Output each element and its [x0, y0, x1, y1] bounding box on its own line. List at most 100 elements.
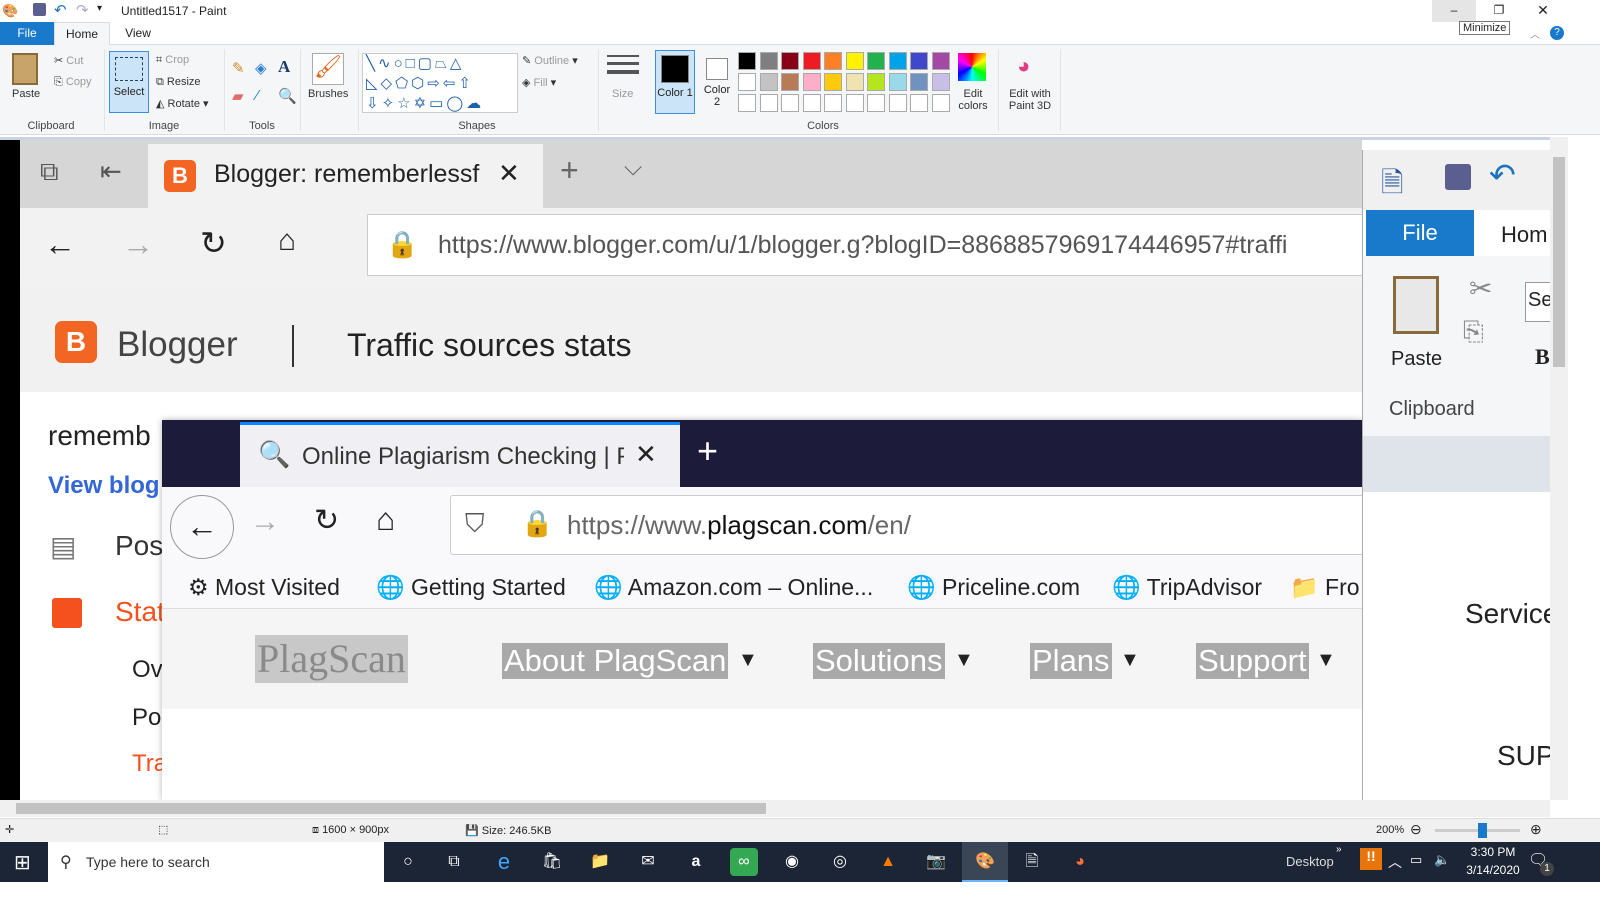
fill-bucket-icon[interactable]: ◈: [255, 59, 267, 77]
customize-qat-icon[interactable]: ▾: [97, 3, 102, 14]
back-icon[interactable]: ←: [44, 226, 76, 263]
word-tab-home[interactable]: Hom: [1501, 222, 1547, 248]
bold-icon[interactable]: B: [1535, 344, 1550, 370]
edge-tab-blogger[interactable]: B Blogger: rememberlessf ✕: [148, 144, 543, 208]
paste-icon[interactable]: [1393, 276, 1439, 334]
copy-button[interactable]: Copy: [66, 76, 92, 88]
outline-button[interactable]: Outline: [534, 55, 569, 67]
palette-swatch[interactable]: [824, 73, 842, 91]
palette-swatch[interactable]: [802, 94, 821, 112]
fill-button[interactable]: Fill: [534, 77, 548, 89]
home-icon[interactable]: ⌂: [376, 501, 395, 538]
size-button[interactable]: Size: [612, 88, 633, 100]
text-tool-icon[interactable]: A: [278, 57, 290, 77]
edit-colors-icon[interactable]: [958, 53, 986, 81]
palette-swatch[interactable]: [759, 94, 778, 112]
magnifier-icon[interactable]: 🔍: [278, 87, 297, 105]
select-button[interactable]: Select: [109, 51, 149, 113]
palette-swatch[interactable]: [931, 94, 950, 112]
minimize-button[interactable]: –: [1432, 0, 1476, 22]
zoom-in-button[interactable]: ⊕: [1530, 821, 1542, 838]
crop-button[interactable]: Crop: [165, 54, 189, 66]
palette-swatch[interactable]: [867, 94, 885, 112]
shield-icon[interactable]: ⛉: [465, 508, 485, 540]
shapes-gallery[interactable]: ╲∿○□▢⏢△ ◺◇⬠⬡⇨⇦⇧ ⇩✧☆✡▭◯☁: [362, 53, 518, 113]
zoom-slider-thumb[interactable]: [1478, 823, 1487, 838]
save-icon[interactable]: [33, 3, 46, 16]
bookmark-most-visited[interactable]: ⚙ Most Visited: [188, 567, 340, 607]
palette-swatch[interactable]: [802, 52, 821, 70]
palette-swatch[interactable]: [824, 52, 842, 70]
sidebar-item-posts[interactable]: Pos: [115, 530, 163, 562]
color2-button[interactable]: Color 2: [700, 50, 734, 114]
desktop-toolbar[interactable]: Desktop: [1286, 854, 1334, 869]
task-view-icon[interactable]: ⧉: [440, 848, 468, 876]
app-icon[interactable]: ◉: [778, 848, 806, 876]
view-blog-link[interactable]: View blog: [48, 472, 160, 500]
scroll-thumb[interactable]: [16, 803, 766, 814]
palette-swatch[interactable]: [931, 52, 950, 70]
palette-swatch[interactable]: [845, 52, 864, 70]
sidebar-item-posts-stats[interactable]: Po: [132, 704, 161, 732]
vlc-icon[interactable]: ▲: [874, 848, 902, 876]
bookmark-folder[interactable]: 📁 Fro: [1290, 567, 1360, 607]
battery-icon[interactable]: ▭: [1410, 852, 1422, 868]
eraser-icon[interactable]: ▰: [232, 87, 244, 105]
firefox-address-bar[interactable]: ⛉ 🔒 https://www.plagscan.com/en/: [450, 495, 1370, 555]
search-box[interactable]: ⚲ Type here to search: [48, 842, 384, 882]
palette-swatch[interactable]: [781, 52, 799, 70]
palette-swatch[interactable]: [802, 73, 821, 91]
tab-list-icon[interactable]: ⌵: [624, 154, 642, 182]
paint-taskbar-icon[interactable]: 🎨: [962, 842, 1008, 882]
paste-icon[interactable]: [12, 53, 38, 85]
horizontal-scrollbar[interactable]: [0, 800, 1550, 817]
palette-swatch[interactable]: [759, 52, 778, 70]
new-tab-icon[interactable]: +: [697, 430, 718, 472]
palette-swatch[interactable]: [738, 73, 756, 91]
help-icon[interactable]: ?: [1550, 26, 1564, 40]
bookmark-priceline[interactable]: 🌐 Priceline.com: [907, 567, 1080, 607]
firefox-url[interactable]: https://www.plagscan.com/en/: [567, 510, 911, 541]
firefox-taskbar-icon[interactable]: ◕: [1066, 848, 1094, 876]
scroll-thumb[interactable]: [1553, 157, 1565, 367]
sidebar-item-overview[interactable]: Ov: [132, 656, 163, 684]
sidebar-item-stats[interactable]: Stat: [115, 596, 165, 628]
zoom-out-button[interactable]: ⊖: [1410, 821, 1422, 838]
paste-button[interactable]: Paste: [12, 88, 40, 100]
edge-icon[interactable]: e: [490, 848, 518, 876]
tabs-aside-icon[interactable]: ⇤: [100, 156, 122, 187]
toolbar-expand-icon[interactable]: »: [1336, 844, 1342, 855]
tripadvisor-icon[interactable]: ∞: [730, 848, 758, 876]
palette-swatch[interactable]: [781, 73, 799, 91]
amazon-icon[interactable]: a: [682, 848, 710, 876]
palette-swatch[interactable]: [888, 52, 907, 70]
tab-set-aside-icon[interactable]: ⧉: [40, 156, 59, 188]
word-paste-button[interactable]: Paste: [1391, 348, 1442, 371]
bookmark-getting-started[interactable]: 🌐 Getting Started: [376, 567, 566, 607]
edge-address-bar[interactable]: 🔒 https://www.blogger.com/u/1/blogger.g?…: [367, 214, 1367, 276]
palette-swatch[interactable]: [867, 73, 885, 91]
tab-close-icon[interactable]: ✕: [498, 158, 520, 189]
tab-close-icon[interactable]: ✕: [635, 439, 657, 470]
copy-icon[interactable]: ⎘: [1463, 316, 1484, 348]
word-ruler[interactable]: [1363, 436, 1550, 492]
cut-icon[interactable]: ✂: [1469, 272, 1492, 305]
palette-swatch[interactable]: [738, 52, 756, 70]
palette-swatch[interactable]: [910, 52, 928, 70]
palette-swatch[interactable]: [845, 94, 864, 112]
save-icon[interactable]: [1445, 164, 1471, 190]
menu-plans[interactable]: Plans: [1030, 643, 1112, 679]
edit-colors-button[interactable]: Edit colors: [958, 88, 988, 112]
cortana-icon[interactable]: ○: [394, 848, 422, 876]
cut-button[interactable]: Cut: [66, 55, 83, 67]
word-tab-file[interactable]: File: [1366, 210, 1474, 256]
close-button[interactable]: ✕: [1532, 0, 1554, 20]
tab-file[interactable]: File: [0, 22, 54, 45]
palette-swatch[interactable]: [931, 73, 950, 91]
volume-icon[interactable]: 🔈: [1434, 852, 1450, 868]
palette-swatch[interactable]: [824, 94, 842, 112]
collapse-ribbon-icon[interactable]: ︿: [1530, 26, 1540, 41]
pencil-icon[interactable]: ✎: [232, 59, 245, 77]
mail-icon[interactable]: ✉: [634, 848, 662, 876]
store-icon[interactable]: 🛍: [538, 848, 566, 876]
